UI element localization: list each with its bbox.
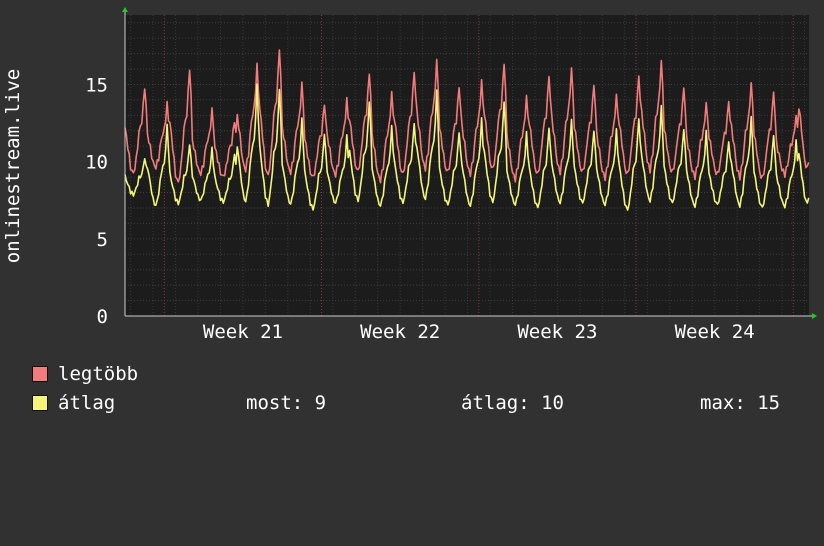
x-tick-label: Week 21 <box>203 321 283 343</box>
stat-most: most: 9 <box>246 392 327 414</box>
y-axis-label: onlinestream.live <box>2 69 24 263</box>
x-tick-label: Week 24 <box>675 321 755 343</box>
y-tick-labels: 0 5 10 15 <box>85 74 108 328</box>
stat-atlag: átlag: 10 <box>461 392 564 414</box>
y-tick-label: 10 <box>85 152 108 174</box>
legend-item-legtobb: legtöbb <box>32 363 138 385</box>
atlag-swatch <box>32 395 48 411</box>
y-tick-label: 15 <box>85 74 108 96</box>
legtobb-label: legtöbb <box>58 363 139 385</box>
x-tick-labels: Week 21 Week 22 Week 23 Week 24 <box>203 321 755 343</box>
atlag-label: átlag <box>58 392 116 414</box>
graph-image: 0 5 10 15 Week 21 Week 22 Week 23 Week 24 onli… <box>0 0 824 430</box>
stat-max: max: 15 <box>700 392 781 414</box>
legtobb-swatch <box>32 366 48 382</box>
y-tick-label: 0 <box>97 306 108 328</box>
legend-item-atlag: átlag most: 9 átlag: 10 max: 15 <box>32 392 812 414</box>
x-tick-label: Week 22 <box>360 321 440 343</box>
y-tick-label: 5 <box>97 229 108 251</box>
x-tick-label: Week 23 <box>517 321 597 343</box>
rrd-line-chart: 0 5 10 15 Week 21 Week 22 Week 23 Week 24 onli… <box>2 7 817 343</box>
x-axis-arrow <box>812 313 817 319</box>
y-axis-arrow <box>122 7 128 12</box>
